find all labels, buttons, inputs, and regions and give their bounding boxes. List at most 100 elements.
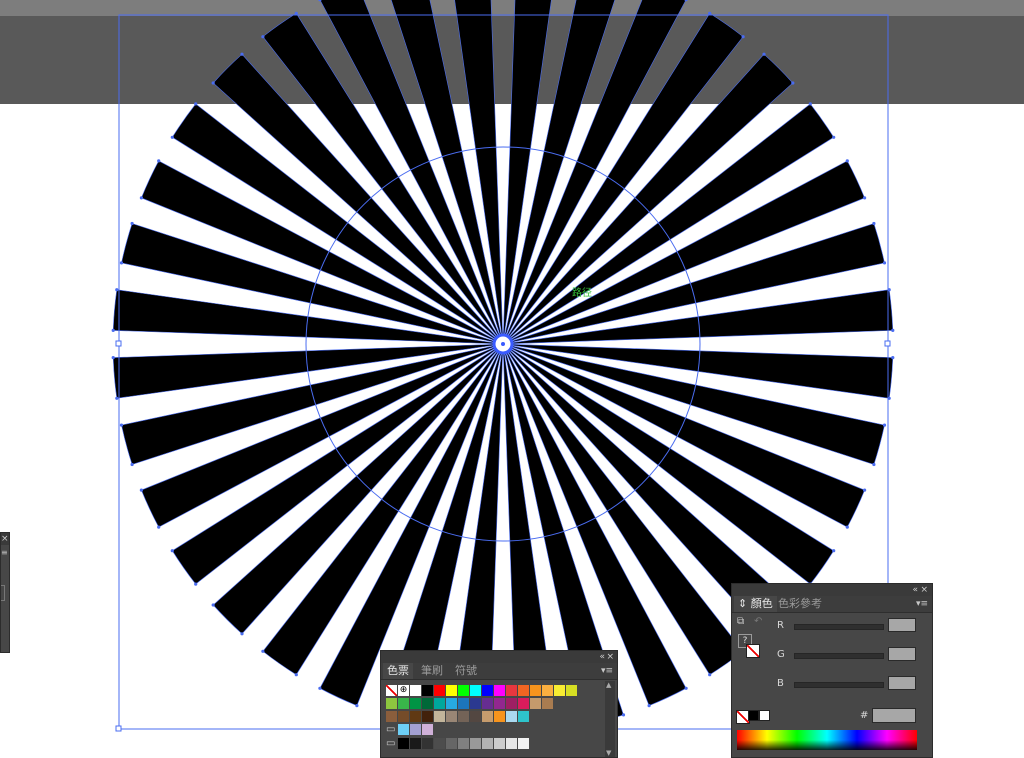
anchor-point[interactable] [139,488,143,492]
anchor-point[interactable] [170,135,174,139]
anchor-point[interactable] [157,159,161,163]
anchor-point[interactable] [119,423,124,427]
color-swatch[interactable] [410,724,421,735]
color-panel[interactable]: « × ⇕ 顏色 色彩參考 ▾≡ ⧉ ↶ ? R G B # [731,583,933,758]
color-swatch[interactable] [554,685,565,696]
color-swatch[interactable] [398,698,409,709]
anchor-point[interactable] [211,603,215,607]
color-swatch[interactable] [398,711,409,722]
close-icon[interactable]: × [1,533,9,545]
none-swatch[interactable] [386,685,397,696]
anchor-point[interactable] [891,356,895,360]
tab-color-guide[interactable]: 色彩參考 [774,596,826,612]
color-swatch[interactable] [542,698,553,709]
color-swatch[interactable] [518,738,529,749]
channel-b-slider[interactable] [794,682,884,688]
color-spectrum-bar[interactable] [737,730,917,750]
anchor-point[interactable] [111,356,115,360]
color-swatch[interactable] [398,724,409,735]
anchor-point[interactable] [294,11,298,15]
color-swatch[interactable] [530,698,541,709]
color-swatch[interactable] [566,685,577,696]
collapsed-panel-left[interactable]: × ≡ [0,532,10,653]
anchor-point[interactable] [194,582,198,586]
color-swatch[interactable] [386,711,397,722]
default-colors-icon[interactable]: ⧉ [737,616,744,627]
color-swatch[interactable] [482,711,493,722]
anchor-point[interactable] [762,52,766,56]
anchor-point[interactable] [194,102,198,106]
anchor-point[interactable] [832,549,836,553]
close-icon[interactable]: × [920,584,928,596]
color-swatch[interactable] [542,685,553,696]
anchor-point[interactable] [808,102,812,106]
color-swatch[interactable] [482,698,493,709]
anchor-point[interactable] [130,462,134,467]
anchor-point[interactable] [157,525,161,529]
anchor-point[interactable] [845,159,849,163]
color-swatch[interactable] [410,711,421,722]
color-swatch[interactable] [470,738,481,749]
anchor-point[interactable] [882,423,887,427]
menu-icon[interactable]: ≡ [1,548,8,557]
color-swatch[interactable] [470,698,481,709]
color-panel-titlebar[interactable]: « × [732,584,932,596]
anchor-point[interactable] [882,261,887,265]
anchor-point[interactable] [130,221,134,226]
channel-r-slider[interactable] [794,624,884,630]
color-swatch[interactable] [470,711,481,722]
fill-stroke-indicator[interactable] [746,644,760,658]
panel-menu-icon[interactable]: ▾≡ [916,596,928,612]
anchor-point[interactable] [708,673,712,677]
close-icon[interactable]: × [606,651,614,663]
left-stub-titlebar[interactable]: × [1,533,9,545]
hex-value-field[interactable] [872,708,916,723]
anchor-point[interactable] [891,328,895,332]
color-swatch[interactable] [494,698,505,709]
color-swatch[interactable] [410,738,421,749]
color-swatch[interactable] [422,724,433,735]
anchor-point[interactable] [294,673,298,677]
anchor-point[interactable] [115,396,119,400]
tab-brushes[interactable]: 筆刷 [417,663,447,679]
color-swatch[interactable] [494,738,505,749]
color-swatch[interactable] [506,711,517,722]
anchor-point[interactable] [863,488,867,492]
color-swatch[interactable] [422,698,433,709]
scroll-down-icon[interactable]: ▼ [606,749,611,757]
color-swatch[interactable] [434,738,445,749]
tab-symbols[interactable]: 符號 [451,663,481,679]
color-swatch[interactable] [458,738,469,749]
anchor-point[interactable] [240,52,244,56]
anchor-point[interactable] [872,462,876,467]
tab-color[interactable]: ⇕ 顏色 [734,596,777,612]
channel-g-value[interactable] [888,647,916,661]
color-swatch[interactable] [506,738,517,749]
color-swatch[interactable] [422,711,433,722]
anchor-point[interactable] [111,328,115,332]
color-swatch[interactable] [482,685,493,696]
anchor-point[interactable] [872,221,876,226]
white-color-button[interactable] [759,710,770,721]
anchor-point[interactable] [261,35,265,39]
color-swatch[interactable] [410,698,421,709]
anchor-point[interactable] [647,704,651,708]
anchor-point[interactable] [832,135,836,139]
anchor-point[interactable] [139,196,143,200]
registration-swatch[interactable]: ⊕ [398,685,409,696]
anchor-point[interactable] [845,525,849,529]
color-swatch[interactable] [530,685,541,696]
color-swatch[interactable] [446,698,457,709]
color-swatch[interactable] [494,711,505,722]
anchor-point[interactable] [115,288,119,292]
color-swatch[interactable] [446,711,457,722]
anchor-point[interactable] [863,196,867,200]
anchor-point[interactable] [240,632,244,636]
color-swatch[interactable] [518,711,529,722]
swatches-panel[interactable]: « × 色票 筆刷 符號 ▾≡ ⊕ ▭ ▭ ▲ ▼ [380,650,618,758]
stub-field[interactable] [1,585,5,601]
scroll-up-icon[interactable]: ▲ [606,681,611,689]
channel-r-value[interactable] [888,618,916,632]
color-swatch[interactable] [494,685,505,696]
color-swatch[interactable] [458,698,469,709]
